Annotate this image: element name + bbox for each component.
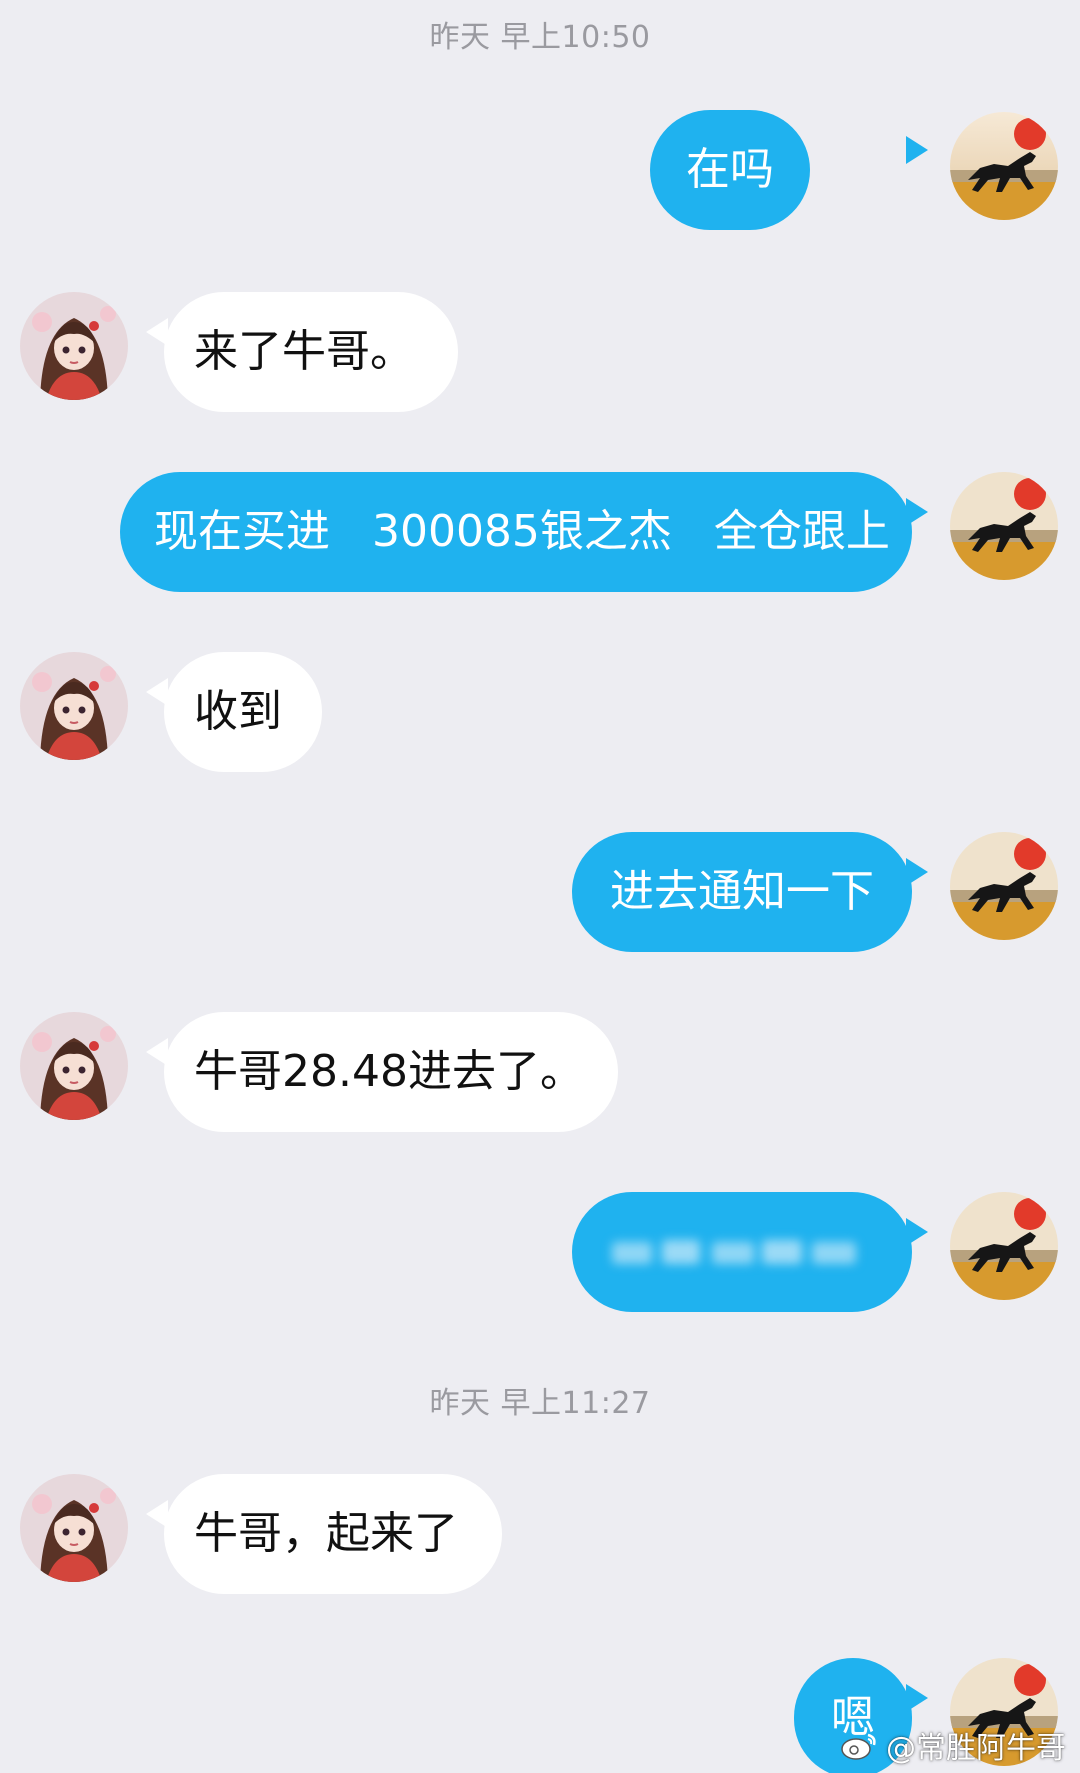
message-bubble-incoming[interactable]: 牛哥，起来了: [164, 1474, 502, 1594]
bubble-tail: [906, 1218, 928, 1246]
anime-girl-avatar: [20, 292, 128, 400]
bubble-tail: [906, 1684, 928, 1712]
horse-sunset-avatar: [950, 1192, 1058, 1300]
message-bubble-incoming[interactable]: 来了牛哥。: [164, 292, 458, 412]
message-bubble-outgoing[interactable]: 在吗: [650, 110, 810, 230]
message-bubble-outgoing[interactable]: 现在买进 300085银之杰 全仓跟上: [120, 472, 912, 592]
anime-girl-avatar: [20, 652, 128, 760]
anime-girl-avatar: [20, 1474, 128, 1582]
message-bubble-incoming[interactable]: 收到: [164, 652, 322, 772]
watermark: @常胜阿牛哥: [840, 1723, 1066, 1767]
timestamp-divider: 昨天 早上11:27: [429, 1386, 651, 1421]
self-avatar[interactable]: [950, 1192, 1058, 1300]
horse-sunset-avatar: [950, 472, 1058, 580]
message-bubble-incoming[interactable]: 牛哥28.48进去了。: [164, 1012, 618, 1132]
message-bubble-outgoing-blurred[interactable]: [572, 1192, 912, 1312]
contact-avatar[interactable]: [20, 292, 128, 400]
self-avatar[interactable]: [950, 832, 1058, 940]
contact-avatar[interactable]: [20, 1012, 128, 1120]
contact-avatar[interactable]: [20, 1474, 128, 1582]
watermark-text: @常胜阿牛哥: [886, 1731, 1066, 1766]
anime-girl-avatar: [20, 1012, 128, 1120]
message-bubble-outgoing[interactable]: 进去通知一下: [572, 832, 912, 952]
bubble-tail: [906, 498, 928, 526]
bubble-tail: [906, 858, 928, 886]
censored-text-blur: [612, 1240, 856, 1264]
chat-thread[interactable]: 昨天 早上10:50 在吗 来了牛哥。 现在买进 300085银之杰 全仓跟上 …: [0, 0, 1080, 1773]
self-avatar[interactable]: [950, 112, 1058, 220]
horse-sunset-avatar: [950, 832, 1058, 940]
bubble-tail: [906, 136, 928, 164]
horse-sunset-avatar: [950, 112, 1058, 220]
weibo-icon: [841, 1733, 876, 1760]
self-avatar[interactable]: [950, 472, 1058, 580]
contact-avatar[interactable]: [20, 652, 128, 760]
timestamp-divider: 昨天 早上10:50: [429, 20, 651, 55]
